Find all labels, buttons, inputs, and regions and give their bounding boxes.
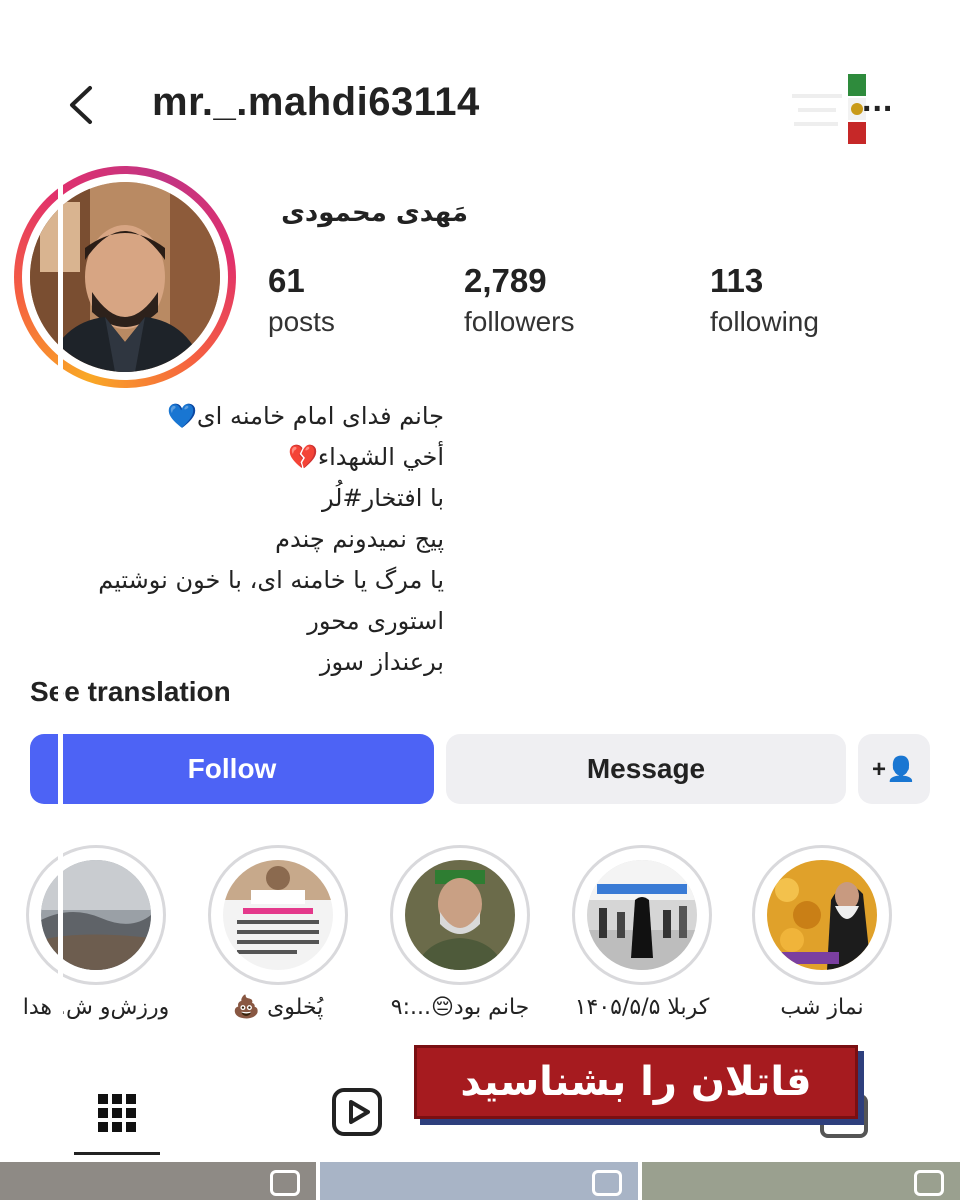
posts-label: posts [268,306,335,337]
highlight-item[interactable]: جانم بود😔...:۹ [390,845,530,1020]
highlight-cover [767,860,877,970]
more-options-button[interactable]: ... [862,83,893,117]
followers-label: followers [464,306,575,337]
bio-line: استوری محور [307,607,444,635]
stat-followers[interactable]: 2,789 followers [464,262,574,338]
top-status-edge [0,0,960,10]
grid-icon[interactable] [74,1080,160,1156]
highlight-ring [572,845,712,985]
profile-header: mr._.mahdi63114 ... [0,60,960,150]
active-tab-indicator [74,1152,160,1155]
profile-username: mr._.mahdi63114 [152,80,480,124]
highlight-label: جانم بود😔...:۹ [390,995,530,1020]
highlight-ring [390,845,530,985]
profile-bio: جانم فدای امام خامنه ای💙 أخي الشهداء💔 با… [24,396,464,683]
add-user-icon: +👤 [872,755,916,783]
reel-icon [914,1170,944,1196]
highlight-cover [405,860,515,970]
highlight-cover [223,860,333,970]
post-thumbnail[interactable] [320,1162,638,1200]
reel-icon [592,1170,622,1196]
highlight-ring [26,845,166,985]
message-button[interactable]: Message [446,734,846,804]
reel-icon [270,1170,300,1196]
highlight-label: نماز شب [780,995,864,1020]
highlight-label: پُخلوی 💩 [232,995,324,1020]
post-thumbnail[interactable] [0,1162,316,1200]
overlay-banner: قاتلان را بشناسید [414,1045,858,1119]
bio-line: جانم فدای امام خامنه ای💙 [167,402,444,430]
highlight-item[interactable]: نماز شب [752,845,892,1020]
profile-full-name: مَهدی محمودی [281,198,468,228]
bio-line: یا مرگ یا خامنه ای، با خون نوشتیم [98,566,444,594]
highlight-cover [587,860,697,970]
story-ring[interactable] [14,166,236,388]
highlight-label: ورزش‌و ش. هدا [22,995,170,1020]
bio-line: پیج نمیدونم چندم [275,525,444,553]
posts-grid [0,1162,960,1200]
follow-button[interactable]: Follow [30,734,434,804]
highlight-label: کربلا ۱۴۰۵/۵/۵ [574,995,710,1020]
posts-count: 61 [268,262,305,299]
highlight-ring [208,845,348,985]
stat-following[interactable]: 113 following [710,262,819,338]
following-label: following [710,306,819,337]
highlight-item[interactable]: ورزش‌و ش. هدا [23,845,169,1020]
banner-text: قاتلان را بشناسید [460,1059,812,1105]
reels-icon[interactable] [330,1084,386,1140]
highlight-ring [752,845,892,985]
bio-line: با افتخار#لُر [321,484,444,512]
following-count: 113 [710,262,764,299]
add-user-button[interactable]: +👤 [858,734,930,804]
flag-logo-icon [792,74,866,144]
bio-line: أخي الشهداء💔 [287,443,444,471]
crop-divider [58,180,63,1080]
stat-posts[interactable]: 61 posts [268,262,335,338]
highlight-item[interactable]: کربلا ۱۴۰۵/۵/۵ [572,845,712,1020]
back-arrow-icon[interactable] [56,80,106,130]
highlight-item[interactable]: پُخلوی 💩 [208,845,348,1020]
post-thumbnail[interactable] [642,1162,960,1200]
followers-count: 2,789 [464,262,547,299]
